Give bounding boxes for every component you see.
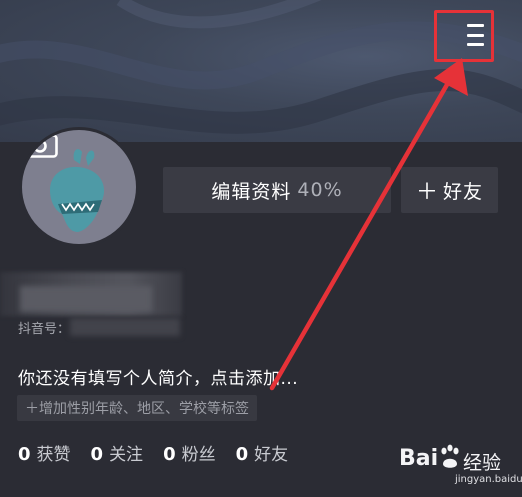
annotation-arrow [269, 58, 468, 391]
profile-screen: 编辑资料 40% ＋ 好友 抖音号： 你还没有填写个人简介，点击添加... ＋增… [0, 0, 522, 497]
paw-logo-icon [441, 444, 459, 468]
watermark-brand: Bai [399, 446, 439, 471]
baidu-jingyan-watermark: Bai 经验 jingyan.baidu.com [395, 438, 522, 490]
watermark-brand-cn: 经验 [463, 452, 502, 474]
watermark-url: jingyan.baidu.com [455, 474, 522, 485]
